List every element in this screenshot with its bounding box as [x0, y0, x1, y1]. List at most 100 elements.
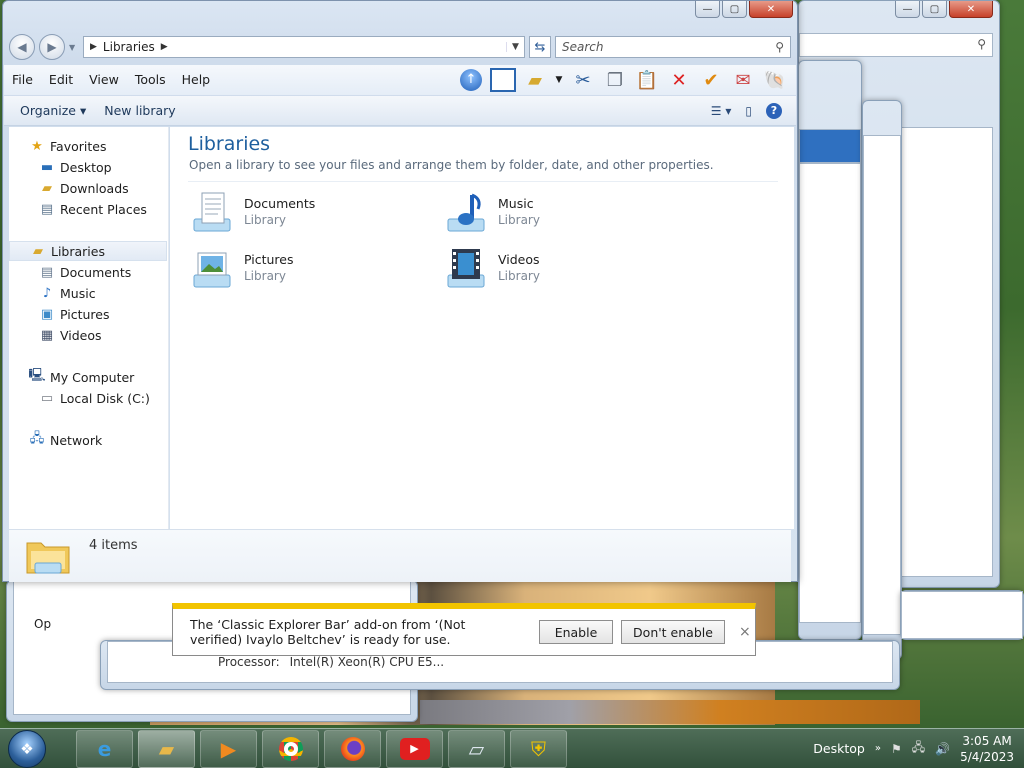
nav-recent-places[interactable]: ▤ Recent Places — [39, 199, 147, 219]
nav-favorites[interactable]: ★ Favorites — [29, 136, 106, 156]
background-window-6[interactable] — [900, 590, 1024, 640]
recent-pages-dropdown[interactable]: ▼ — [69, 43, 79, 52]
minimize-button[interactable]: — — [695, 1, 720, 18]
desktop-toolbar-label[interactable]: Desktop — [813, 741, 865, 756]
search-icon: ⚲ — [977, 37, 986, 51]
cut-icon[interactable]: ✂ — [570, 67, 596, 93]
menu-view[interactable]: View — [81, 65, 127, 95]
selected-pane — [799, 129, 861, 163]
taskbar-chrome[interactable] — [262, 729, 319, 768]
change-view-icon[interactable]: ☰ ▾ — [711, 104, 732, 118]
nav-videos[interactable]: ▦ Videos — [39, 325, 102, 345]
library-tile-documents[interactable]: Documents Library — [188, 189, 428, 237]
taskbar-file-explorer[interactable]: ▰ — [138, 729, 195, 768]
nav-libraries[interactable]: ▰ Libraries — [9, 241, 167, 261]
refresh-button[interactable]: ⇆ — [529, 36, 551, 58]
nav-pictures[interactable]: ▣ Pictures — [39, 304, 110, 324]
chevron-icon[interactable]: » — [875, 743, 881, 754]
item-count: 4 items — [89, 537, 138, 553]
pictures-library-icon — [188, 245, 236, 293]
properties-check-icon[interactable]: ✔ — [698, 67, 724, 93]
nav-desktop[interactable]: ▬ Desktop — [39, 157, 112, 177]
view-controls: ☰ ▾ ▯ ? — [711, 102, 796, 119]
tile-kind: Library — [244, 269, 286, 283]
search-icon[interactable]: ⚲ — [775, 40, 784, 54]
menu-tools[interactable]: Tools — [127, 65, 174, 95]
taskbar-security[interactable]: ⛨ — [510, 729, 567, 768]
volume-icon[interactable]: 🔊 — [935, 742, 950, 756]
enable-button[interactable]: Enable — [539, 620, 613, 644]
close-button[interactable]: ✕ — [749, 1, 793, 18]
folder-options-icon[interactable]: ▰ — [522, 67, 548, 93]
nav-label: Music — [60, 285, 96, 301]
action-center-flag-icon[interactable]: ⚑ — [891, 742, 902, 756]
paste-icon[interactable]: 📋 — [634, 67, 660, 93]
email-icon[interactable]: ✉ — [730, 67, 756, 93]
nav-music[interactable]: ♪ Music — [39, 283, 96, 303]
menu-edit[interactable]: Edit — [41, 65, 81, 95]
new-library-button[interactable]: New library — [104, 103, 175, 118]
dont-enable-button[interactable]: Don't enable — [621, 620, 725, 644]
nav-local-disk[interactable]: ▭ Local Disk (C:) — [39, 388, 150, 408]
dropdown-arrow-icon[interactable]: ▼ — [554, 67, 564, 93]
documents-library-icon — [188, 189, 236, 237]
library-tile-pictures[interactable]: Pictures Library — [188, 245, 428, 293]
background-window-2[interactable] — [798, 60, 862, 640]
classic-toolbar: ↑ ▰ ▼ ✂ ❐ 📋 ✕ ✔ ✉ 🐚 — [458, 67, 796, 93]
navigation-pane: ★ Favorites ▬ Desktop ▰ Downloads ▤ Rece… — [9, 127, 169, 529]
forward-button[interactable]: ▶ — [39, 34, 65, 60]
delete-icon[interactable]: ✕ — [666, 67, 692, 93]
network-tray-icon[interactable]: 🖧 — [912, 738, 925, 759]
folder-icon: ▰ — [158, 736, 175, 761]
taskbar-internet-explorer[interactable]: e — [76, 729, 133, 768]
menu-file[interactable]: File — [4, 65, 41, 95]
address-dropdown-icon[interactable]: ▼ — [506, 42, 524, 52]
nav-my-computer[interactable]: 🖳 My Computer — [28, 367, 135, 387]
minimize-button[interactable]: — — [895, 1, 920, 18]
taskbar: ❖ e ▰ ▶ ▶ ▱ ⛨ Desktop » ⚑ 🖧 🔊 3:05 AM 5/… — [0, 728, 1024, 768]
clock[interactable]: 3:05 AM 5/4/2023 — [960, 733, 1014, 765]
nav-documents[interactable]: ▤ Documents — [39, 262, 131, 282]
start-button[interactable]: ❖ — [8, 729, 46, 768]
breadcrumb-libraries[interactable]: Libraries — [103, 40, 155, 54]
nav-label: Videos — [60, 327, 102, 343]
menu-help[interactable]: Help — [174, 65, 219, 95]
taskbar-firefox[interactable] — [324, 729, 381, 768]
maximize-button[interactable]: ▢ — [722, 1, 747, 18]
page-title: Libraries — [188, 133, 271, 155]
taskbar-media-player[interactable]: ▶ — [200, 729, 257, 768]
background-window-3[interactable] — [862, 100, 902, 660]
processor-value: Intel(R) Xeon(R) CPU E5... — [289, 655, 445, 669]
search-input[interactable]: Search ⚲ — [555, 36, 791, 58]
media-player-icon: ▶ — [220, 736, 237, 761]
nav-network[interactable]: 🖧 Network — [29, 430, 102, 450]
nav-label: Desktop — [60, 159, 112, 175]
classic-shell-icon[interactable]: 🐚 — [762, 67, 788, 93]
close-button[interactable]: ✕ — [949, 1, 993, 18]
taskbar-youtube[interactable]: ▶ — [386, 729, 443, 768]
back-button[interactable]: ◀ — [9, 34, 35, 60]
breadcrumb-chevron-icon[interactable]: ▶ — [161, 42, 168, 52]
taskbar-remote-desktop[interactable]: ▱ — [448, 729, 505, 768]
close-icon[interactable]: × — [739, 624, 751, 640]
refresh-icon: ⇆ — [534, 39, 546, 55]
nav-downloads[interactable]: ▰ Downloads — [39, 178, 129, 198]
help-icon[interactable]: ? — [766, 102, 782, 119]
address-bar[interactable]: ▶ Libraries ▶ ▼ — [83, 36, 525, 58]
details-pane: 4 items — [9, 529, 791, 582]
addon-notification-bar: The ‘Classic Explorer Bar’ add-on from ‘… — [172, 603, 756, 656]
library-tile-music[interactable]: Music Library — [442, 189, 682, 237]
copy-icon[interactable]: ❐ — [602, 67, 628, 93]
back-arrow-icon: ◀ — [17, 40, 27, 54]
up-folder-icon[interactable]: ↑ — [458, 67, 484, 93]
library-tile-videos[interactable]: Videos Library — [442, 245, 682, 293]
maximize-button[interactable]: ▢ — [922, 1, 947, 18]
organize-button[interactable]: Organize ▾ — [20, 103, 86, 118]
libraries-icon: ▰ — [33, 243, 43, 259]
libraries-window[interactable]: — ▢ ✕ ◀ ▶ ▼ ▶ Libraries ▶ ▼ ⇆ Search ⚲ F… — [2, 0, 798, 582]
remote-desktop-icon: ▱ — [468, 736, 485, 761]
folders-pane-icon[interactable] — [490, 67, 516, 93]
nav-label: My Computer — [50, 369, 135, 385]
preview-pane-icon[interactable]: ▯ — [745, 104, 752, 118]
tile-kind: Library — [244, 213, 286, 227]
